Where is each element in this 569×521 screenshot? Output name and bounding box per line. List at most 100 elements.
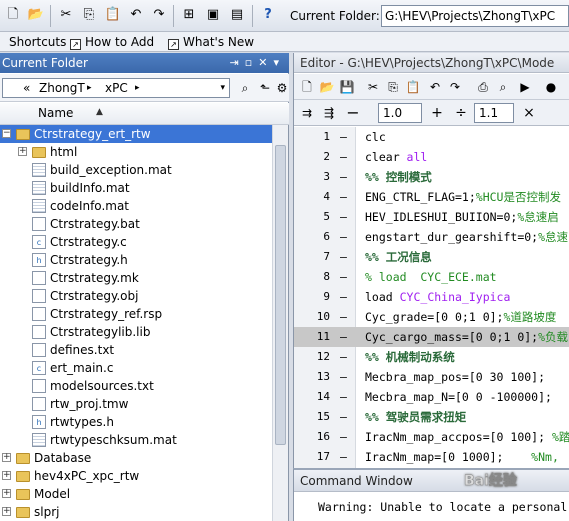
code-line[interactable]: 4– ENG_CTRL_FLAG=1;%HCU是否控制发	[294, 187, 569, 207]
find-icon[interactable]: ⌕	[494, 78, 512, 96]
shortcuts-menu[interactable]: Shortcuts	[9, 34, 66, 50]
up-folder-icon[interactable]: ⬑	[256, 79, 274, 97]
simulink-icon[interactable]: ⊞	[180, 6, 198, 24]
paste-icon[interactable]: 📋	[404, 78, 422, 96]
tree-file-row[interactable]: Ctrstrategy.bat	[0, 215, 272, 233]
help-icon[interactable]: ?	[259, 6, 277, 24]
tree-file-row[interactable]: h Ctrstrategy.h	[0, 251, 272, 269]
tree-file-row[interactable]: build_exception.mat	[0, 161, 272, 179]
guide-icon[interactable]: ▣	[204, 6, 222, 24]
code-line[interactable]: 10– Cyc_grade=[0 0;1 0];%道路坡度	[294, 307, 569, 327]
code-line[interactable]: 2– clear all	[294, 147, 569, 167]
address-box[interactable]: « ZhongT ▸ xPC ▸ ▾	[2, 78, 230, 98]
address-dropdown-icon[interactable]: ▾	[220, 79, 225, 97]
breakpoint-marker[interactable]: –	[340, 327, 347, 347]
code-line[interactable]: 7– %% 工况信息	[294, 247, 569, 267]
code-line[interactable]: 15– %% 驾驶员需求扭矩	[294, 407, 569, 427]
eval-cell-icon[interactable]: ⇉	[298, 104, 316, 122]
code-area[interactable]: 1– clc 2– clear all 3–%% 控制模式 4– ENG_CTRL_FLAG…	[294, 127, 569, 468]
tree-file-row[interactable]: c ert_main.c	[0, 359, 272, 377]
cell-value-input-1[interactable]: 1.0	[378, 103, 422, 123]
breakpoint-marker[interactable]: –	[340, 187, 347, 207]
breakpoint-marker[interactable]: –	[340, 367, 347, 387]
tree-folder-row[interactable]: + html	[0, 143, 272, 161]
redo-icon[interactable]: ↷	[150, 6, 168, 24]
code-line[interactable]: 12– %% 机械制动系统	[294, 347, 569, 367]
tree-file-row[interactable]: codeInfo.mat	[0, 197, 272, 215]
breakpoint-marker[interactable]: –	[340, 387, 347, 407]
save-icon[interactable]: 💾	[338, 78, 356, 96]
cell-plus-button[interactable]: +	[428, 104, 446, 122]
cell-divide-button[interactable]: ÷	[452, 104, 470, 122]
open-folder-icon[interactable]: 📂	[27, 6, 45, 24]
code-line[interactable]: 8– % load CYC_ECE.mat	[294, 267, 569, 287]
cell-multiply-button[interactable]: ×	[520, 104, 538, 122]
code-line[interactable]: 16– IracNm_map_accpos=[0 100]; %踏	[294, 427, 569, 447]
current-folder-input[interactable]: G:\HEV\Projects\ZhongT\xPC	[381, 5, 569, 27]
breakpoint-marker[interactable]: –	[340, 307, 347, 327]
tree-file-row[interactable]: defines.txt	[0, 341, 272, 359]
profiler-icon[interactable]: ▤	[228, 6, 246, 24]
run-icon[interactable]: ▶	[516, 78, 534, 96]
tree-folder-row[interactable]: + hev4xPC_xpc_rtw	[0, 467, 272, 485]
code-line[interactable]: 3– %% 控制模式	[294, 167, 569, 187]
tree-file-row[interactable]: Ctrstrategy.obj	[0, 287, 272, 305]
panel-window-icons[interactable]: ⇥▫✕▾	[230, 53, 285, 73]
print-icon[interactable]: ⎙	[474, 78, 492, 96]
tree-file-row[interactable]: Ctrstrategylib.lib	[0, 323, 272, 341]
undo-icon[interactable]: ↶	[426, 78, 444, 96]
breakpoint-marker[interactable]: –	[340, 127, 347, 147]
cell-minus-button[interactable]: −	[344, 104, 362, 122]
code-line[interactable]: 14– Mecbra_map_N=[0 0 -100000];	[294, 387, 569, 407]
breakpoint-icon[interactable]: ●	[542, 78, 560, 96]
breakpoint-marker[interactable]: –	[340, 287, 347, 307]
tree-folder-row[interactable]: + Database	[0, 449, 272, 467]
open-folder-icon[interactable]: 📂	[318, 78, 336, 96]
breakpoint-marker[interactable]: –	[340, 247, 347, 267]
breakpoint-marker[interactable]: –	[340, 447, 347, 467]
code-line[interactable]: 9– load CYC_China_Iypica	[294, 287, 569, 307]
search-icon[interactable]: ⌕	[236, 79, 254, 97]
tree-file-row[interactable]: rtw_proj.tmw	[0, 395, 272, 413]
redo-icon[interactable]: ↷	[446, 78, 464, 96]
expand-icon[interactable]: +	[2, 453, 11, 462]
tree-file-row[interactable]: modelsources.txt	[0, 377, 272, 395]
code-line[interactable]: 11– Cyc_cargo_mass=[0 0;1 0];%负载	[294, 327, 569, 347]
collapse-icon[interactable]: −	[2, 129, 11, 138]
copy-icon[interactable]: ⎘	[384, 78, 402, 96]
breadcrumb-xpc[interactable]: xPC	[105, 79, 128, 97]
tree-file-row[interactable]: rtwtypeschksum.mat	[0, 431, 272, 449]
code-line[interactable]: 17– IracNm_map=[0 1000]; %Nm,	[294, 447, 569, 467]
new-file-icon[interactable]: 🗋	[4, 6, 22, 24]
breakpoint-marker[interactable]: –	[340, 407, 347, 427]
breadcrumb-zhongt[interactable]: ZhongT	[39, 79, 85, 97]
breakpoint-marker[interactable]: –	[340, 147, 347, 167]
cut-icon[interactable]: ✂	[364, 78, 382, 96]
tree-file-row[interactable]: buildInfo.mat	[0, 179, 272, 197]
tree-folder-row[interactable]: + slprj	[0, 503, 272, 521]
scrollbar-thumb[interactable]	[275, 145, 286, 445]
code-line[interactable]: 5– HEV_IDLESHUI_BUIION=0;%怠速启	[294, 207, 569, 227]
command-output[interactable]: Warning: Unable to locate a personal	[318, 500, 567, 514]
expand-icon[interactable]: +	[2, 471, 11, 480]
code-line[interactable]: 13– Mecbra_map_pos=[0 30 100];	[294, 367, 569, 387]
expand-icon[interactable]: +	[2, 489, 11, 498]
how-to-add-link[interactable]: ↗ How to Add	[70, 34, 154, 50]
tree-folder-row[interactable]: + Model	[0, 485, 272, 503]
breakpoint-marker[interactable]: –	[340, 207, 347, 227]
breakpoint-marker[interactable]: –	[340, 267, 347, 287]
code-line[interactable]: 6– engstart_dur_gearshift=0;%怠速	[294, 227, 569, 247]
cut-icon[interactable]: ✂	[57, 6, 75, 24]
tree-file-row[interactable]: c Ctrstrategy.c	[0, 233, 272, 251]
tree-file-row[interactable]: h rtwtypes.h	[0, 413, 272, 431]
tree-folder-row[interactable]: − Ctrstrategy_ert_rtw	[0, 125, 272, 143]
breakpoint-marker[interactable]: –	[340, 167, 347, 187]
name-column-header[interactable]: Name ▲	[0, 103, 289, 125]
eval-advance-icon[interactable]: ⇶	[320, 104, 338, 122]
gear-icon[interactable]: ⚙	[273, 79, 291, 97]
tree-file-row[interactable]: Ctrstrategy_ref.rsp	[0, 305, 272, 323]
expand-icon[interactable]: +	[18, 147, 27, 156]
vertical-scrollbar[interactable]	[272, 125, 288, 521]
new-file-icon[interactable]: 🗋	[298, 78, 316, 96]
whats-new-link[interactable]: ↗ What's New	[168, 34, 254, 50]
